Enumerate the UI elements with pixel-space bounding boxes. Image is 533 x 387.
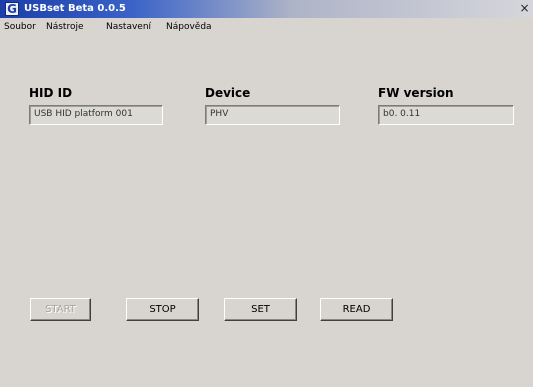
menu-item-napoveda[interactable]: Nápověda xyxy=(166,21,212,34)
menu-item-soubor[interactable]: Soubor xyxy=(4,21,36,34)
device-label: Device xyxy=(205,86,251,100)
menu-bar: Soubor Nástroje Nastavení Nápověda xyxy=(0,18,533,38)
start-button[interactable]: START xyxy=(30,298,91,321)
hid-id-field[interactable]: USB HID platform 001 xyxy=(29,105,163,125)
menu-item-nastroje[interactable]: Nástroje xyxy=(46,21,84,34)
app-icon: G xyxy=(5,2,19,16)
device-field[interactable]: PHV xyxy=(205,105,340,125)
fw-version-label: FW version xyxy=(378,86,454,100)
fw-version-field[interactable]: b0. 0.11 xyxy=(378,105,514,125)
stop-button[interactable]: STOP xyxy=(126,298,199,321)
read-button[interactable]: READ xyxy=(320,298,393,321)
main-window: G USBset Beta 0.0.5 × Soubor Nástroje Na… xyxy=(0,0,533,387)
menu-item-nastaveni[interactable]: Nastavení xyxy=(106,21,151,34)
window-title: USBset Beta 0.0.5 xyxy=(24,3,126,14)
close-icon[interactable]: × xyxy=(518,2,531,15)
set-button[interactable]: SET xyxy=(224,298,297,321)
hid-id-label: HID ID xyxy=(29,86,73,100)
title-bar[interactable]: G USBset Beta 0.0.5 × xyxy=(0,0,533,18)
